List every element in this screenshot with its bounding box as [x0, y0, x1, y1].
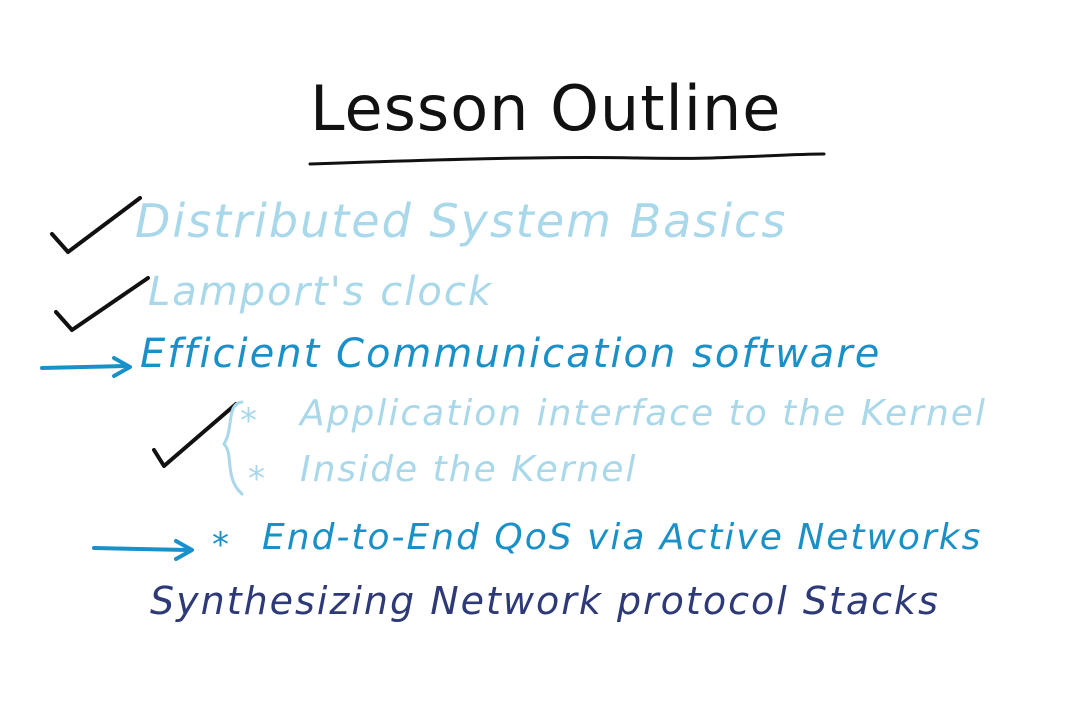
bullet-star-icon: *: [240, 401, 257, 441]
outline-item-synthesizing-network-protocol-stacks: Synthesizing Network protocol Stacks: [150, 579, 940, 623]
title-underline: [308, 152, 826, 166]
subitem-inside-the-kernel: Inside the Kernel: [300, 449, 638, 490]
page-title: Lesson Outline: [310, 72, 782, 145]
bullet-star-icon: *: [212, 525, 229, 565]
outline-item-lamports-clock: Lamport's clock: [148, 269, 494, 315]
outline-item-efficient-communication-software: Efficient Communication software: [140, 331, 882, 377]
bullet-star-icon: *: [248, 459, 265, 499]
subitem-application-interface: Application interface to the Kernel: [300, 393, 987, 434]
outline-item-distributed-system-basics: Distributed System Basics: [135, 194, 788, 248]
arrow-right-icon: [40, 356, 132, 378]
slide: Lesson Outline Distributed System Basics…: [0, 0, 1087, 706]
arrow-right-icon: [92, 539, 194, 561]
subitem-end-to-end-qos: End-to-End QoS via Active Networks: [262, 517, 983, 558]
